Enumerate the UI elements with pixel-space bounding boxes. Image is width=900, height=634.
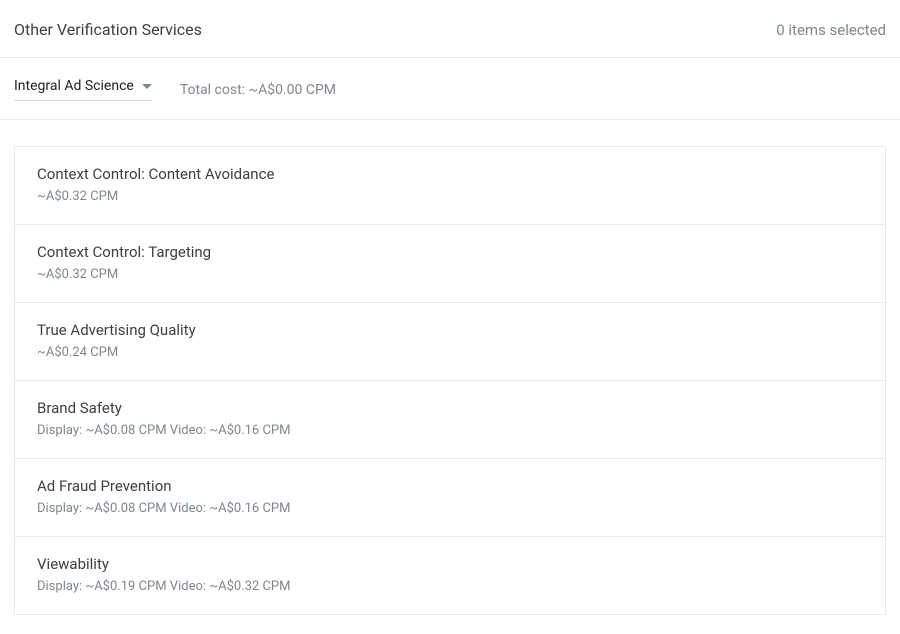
service-cost: ~A$0.32 CPM — [37, 267, 863, 282]
controls-bar: Integral Ad Science Total cost: ~A$0.00 … — [0, 58, 900, 120]
list-item[interactable]: Brand Safety Display: ~A$0.08 CPM Video:… — [15, 381, 885, 459]
provider-dropdown-label: Integral Ad Science — [14, 78, 134, 94]
list-item[interactable]: Ad Fraud Prevention Display: ~A$0.08 CPM… — [15, 459, 885, 537]
provider-dropdown[interactable]: Integral Ad Science — [14, 78, 152, 101]
list-item[interactable]: Viewability Display: ~A$0.19 CPM Video: … — [15, 537, 885, 615]
services-list: Context Control: Content Avoidance ~A$0.… — [14, 146, 886, 615]
selection-count: 0 items selected — [776, 21, 886, 39]
service-cost: ~A$0.24 CPM — [37, 345, 863, 360]
list-item[interactable]: True Advertising Quality ~A$0.24 CPM — [15, 303, 885, 381]
panel-title: Other Verification Services — [14, 20, 202, 39]
chevron-down-icon — [142, 84, 152, 89]
total-cost-label: Total cost: ~A$0.00 CPM — [180, 82, 336, 98]
service-cost: Display: ~A$0.08 CPM Video: ~A$0.16 CPM — [37, 501, 863, 516]
service-title: Context Control: Targeting — [37, 243, 863, 261]
service-cost: Display: ~A$0.08 CPM Video: ~A$0.16 CPM — [37, 423, 863, 438]
list-item[interactable]: Context Control: Targeting ~A$0.32 CPM — [15, 225, 885, 303]
service-cost: Display: ~A$0.19 CPM Video: ~A$0.32 CPM — [37, 579, 863, 594]
service-title: Context Control: Content Avoidance — [37, 165, 863, 183]
services-list-container: Context Control: Content Avoidance ~A$0.… — [0, 120, 900, 615]
service-title: Brand Safety — [37, 399, 863, 417]
service-title: True Advertising Quality — [37, 321, 863, 339]
panel-header: Other Verification Services 0 items sele… — [0, 0, 900, 58]
list-item[interactable]: Context Control: Content Avoidance ~A$0.… — [15, 147, 885, 225]
service-title: Ad Fraud Prevention — [37, 477, 863, 495]
service-title: Viewability — [37, 555, 863, 573]
service-cost: ~A$0.32 CPM — [37, 189, 863, 204]
